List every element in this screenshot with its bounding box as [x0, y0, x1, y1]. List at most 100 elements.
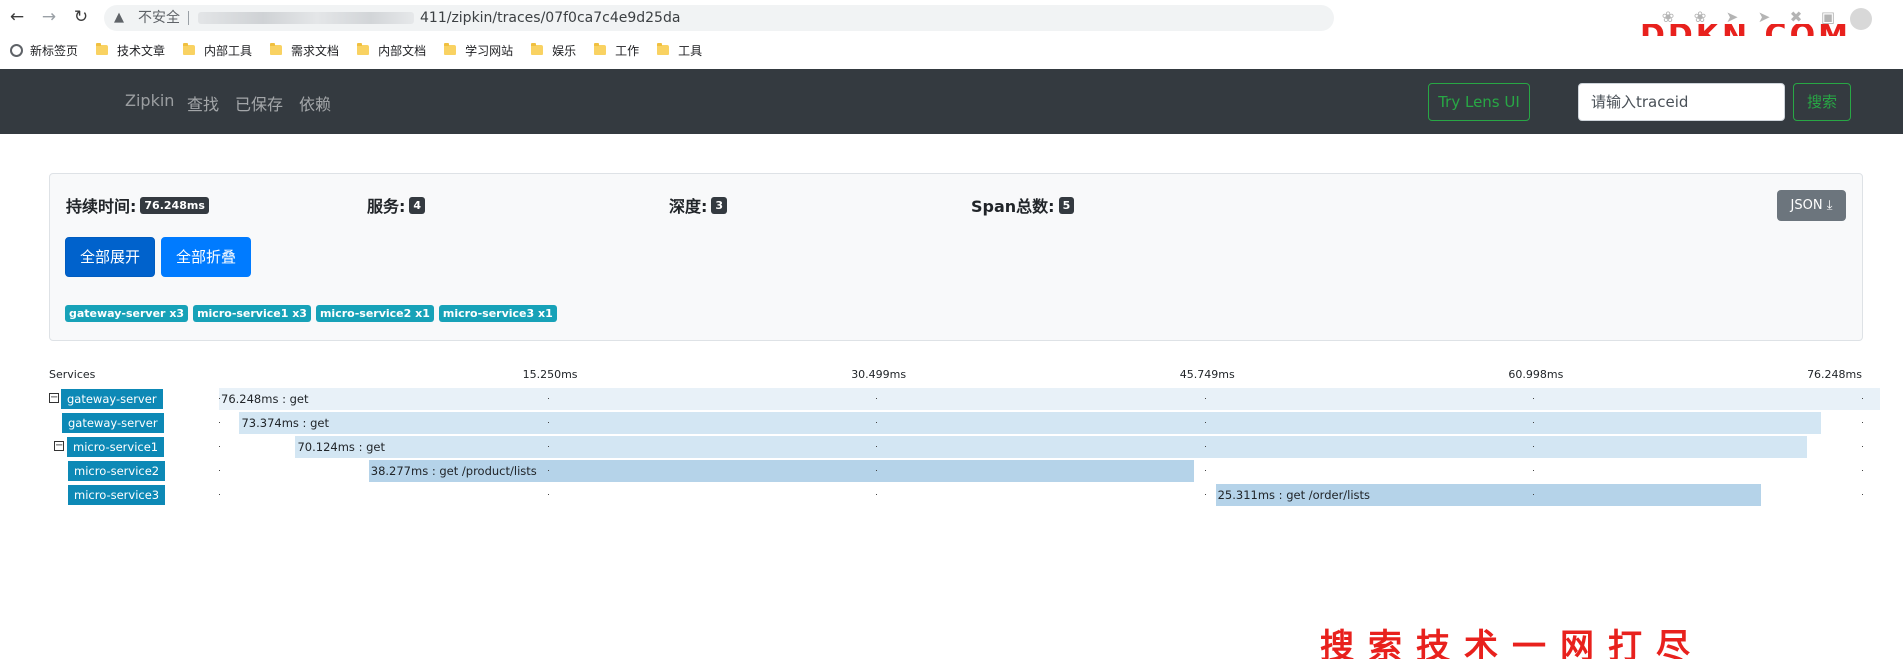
tick-marker [547, 494, 549, 495]
tick-marker [1862, 446, 1863, 447]
span-service-label: micro-service3 [68, 485, 166, 505]
span-service-label: gateway-server [62, 413, 164, 433]
depth-badge: 3 [711, 196, 728, 214]
span-track: 70.124ms : get [219, 436, 1880, 458]
reload-icon[interactable]: ↻ [70, 6, 92, 28]
tick-marker [547, 422, 549, 423]
depth-stat: 深度: 3 [669, 193, 728, 217]
time-tick-label: 60.998ms [1508, 368, 1564, 381]
folder-icon [96, 43, 109, 55]
collapse-all-button[interactable]: 全部折叠 [161, 237, 251, 277]
tick-marker [876, 470, 878, 471]
span-row[interactable]: micro-service2 38.277ms : get /product/l… [0, 460, 1903, 482]
tick-marker [219, 422, 220, 423]
time-tick-label: 15.250ms [522, 368, 578, 381]
download-icon: ⤓ [1826, 198, 1833, 213]
services-stat: 服务: 4 [367, 193, 426, 217]
trace-summary-card: 持续时间: 76.248ms 服务: 4 深度: 3 Span总数: 5 JSO… [49, 173, 1863, 341]
service-badge[interactable]: micro-service2 x1 [315, 305, 434, 322]
bookmark-item[interactable]: 娱乐 [531, 42, 576, 59]
address-separator [188, 11, 189, 25]
warning-icon: ▲ [114, 10, 124, 25]
bookmark-item[interactable]: 内部工具 [183, 42, 252, 59]
nav-link-find[interactable]: 查找 [187, 91, 219, 115]
timeline-header: Services 15.250ms 30.499ms 45.749ms 60.9… [49, 368, 1879, 384]
span-bar[interactable]: 70.124ms : get [295, 436, 1807, 458]
collapse-toggle-icon[interactable]: − [49, 393, 59, 403]
security-label: 不安全 [138, 10, 180, 26]
collapse-toggle-icon [54, 489, 64, 499]
span-bar[interactable]: 76.248ms : get [219, 388, 1880, 410]
service-badge[interactable]: micro-service3 x1 [438, 305, 557, 322]
tick-marker [876, 494, 878, 495]
brand-link[interactable]: Zipkin [125, 91, 174, 110]
forward-arrow-icon[interactable]: → [38, 6, 60, 28]
folder-icon [444, 43, 457, 55]
tick-marker [1862, 470, 1863, 471]
collapse-toggle-icon[interactable]: − [54, 441, 64, 451]
span-row[interactable]: gateway-server 73.374ms : get [0, 412, 1903, 434]
json-download-button[interactable]: JSON ⤓ [1777, 190, 1846, 221]
span-bar[interactable]: 25.311ms : get /order/lists [1215, 484, 1761, 506]
top-navbar: Zipkin 查找 已保存 依赖 Try Lens UI 搜索 [0, 69, 1903, 134]
folder-icon [531, 43, 544, 55]
tick-marker [219, 446, 220, 447]
service-badge[interactable]: gateway-server x3 [65, 305, 189, 322]
traceid-search-input[interactable] [1578, 83, 1785, 121]
address-bar[interactable]: ▲ 不安全 411/zipkin/traces/07f0ca7c4e9d25da [104, 5, 1334, 31]
tick-marker [1204, 446, 1206, 447]
span-count-badge: 5 [1058, 196, 1075, 214]
globe-icon [10, 43, 23, 57]
folder-icon [594, 43, 607, 55]
time-tick-label: 45.749ms [1179, 368, 1235, 381]
span-bar[interactable]: 38.277ms : get /product/lists [368, 460, 1194, 482]
url-text: 411/zipkin/traces/07f0ca7c4e9d25da [420, 10, 681, 26]
try-lens-ui-button[interactable]: Try Lens UI [1428, 83, 1530, 121]
bookmark-item[interactable]: 新标签页 [10, 42, 78, 59]
services-badge: 4 [409, 196, 426, 214]
span-row[interactable]: − micro-service1 70.124ms : get [0, 436, 1903, 458]
duration-badge: 76.248ms [140, 196, 209, 214]
tick-marker [1204, 494, 1206, 495]
span-track: 73.374ms : get [219, 412, 1880, 434]
tick-marker [1862, 494, 1863, 495]
span-row[interactable]: micro-service3 25.311ms : get /order/lis… [0, 484, 1903, 506]
folder-icon [270, 43, 283, 55]
tick-marker [547, 470, 549, 471]
tick-marker [876, 446, 878, 447]
collapse-toggle-icon [49, 417, 59, 427]
span-service-label: micro-service2 [68, 461, 166, 481]
bookmark-item[interactable]: 内部文档 [357, 42, 426, 59]
service-badges: gateway-server x3 micro-service1 x3 micr… [65, 305, 557, 322]
span-bar[interactable]: 73.374ms : get [239, 412, 1821, 434]
span-row[interactable]: − gateway-server 76.248ms : get [0, 388, 1903, 410]
tick-marker [219, 494, 220, 495]
span-service-label: gateway-server [61, 389, 163, 409]
bookmark-item[interactable]: 工具 [657, 42, 702, 59]
tick-marker [876, 422, 878, 423]
service-badge[interactable]: micro-service1 x3 [193, 305, 311, 322]
search-button[interactable]: 搜索 [1793, 83, 1851, 121]
tick-marker [1533, 446, 1535, 447]
browser-chrome: ← → ↻ ▲ 不安全 411/zipkin/traces/07f0ca7c4e… [0, 0, 1903, 69]
span-track: 25.311ms : get /order/lists [219, 484, 1880, 506]
span-service-label: micro-service1 [67, 437, 165, 457]
bookmark-item[interactable]: 技术文章 [96, 42, 165, 59]
span-count-stat: Span总数: 5 [971, 193, 1075, 217]
back-arrow-icon[interactable]: ← [6, 6, 28, 28]
nav-link-saved[interactable]: 已保存 [235, 91, 283, 115]
time-tick-label: 30.499ms [851, 368, 907, 381]
time-tick-label: 76.248ms [1807, 368, 1862, 381]
tick-marker [876, 398, 878, 399]
bookmark-item[interactable]: 工作 [594, 42, 639, 59]
watermark-top: DDKN.COM [1640, 24, 1851, 48]
bookmark-item[interactable]: 学习网站 [444, 42, 513, 59]
tick-marker [1862, 422, 1863, 423]
folder-icon [357, 43, 370, 55]
nav-link-dependencies[interactable]: 依赖 [299, 91, 331, 115]
duration-stat: 持续时间: 76.248ms [66, 193, 209, 217]
tick-marker [1533, 494, 1535, 495]
expand-all-button[interactable]: 全部展开 [65, 237, 155, 277]
tick-marker [1204, 422, 1206, 423]
bookmark-item[interactable]: 需求文档 [270, 42, 339, 59]
